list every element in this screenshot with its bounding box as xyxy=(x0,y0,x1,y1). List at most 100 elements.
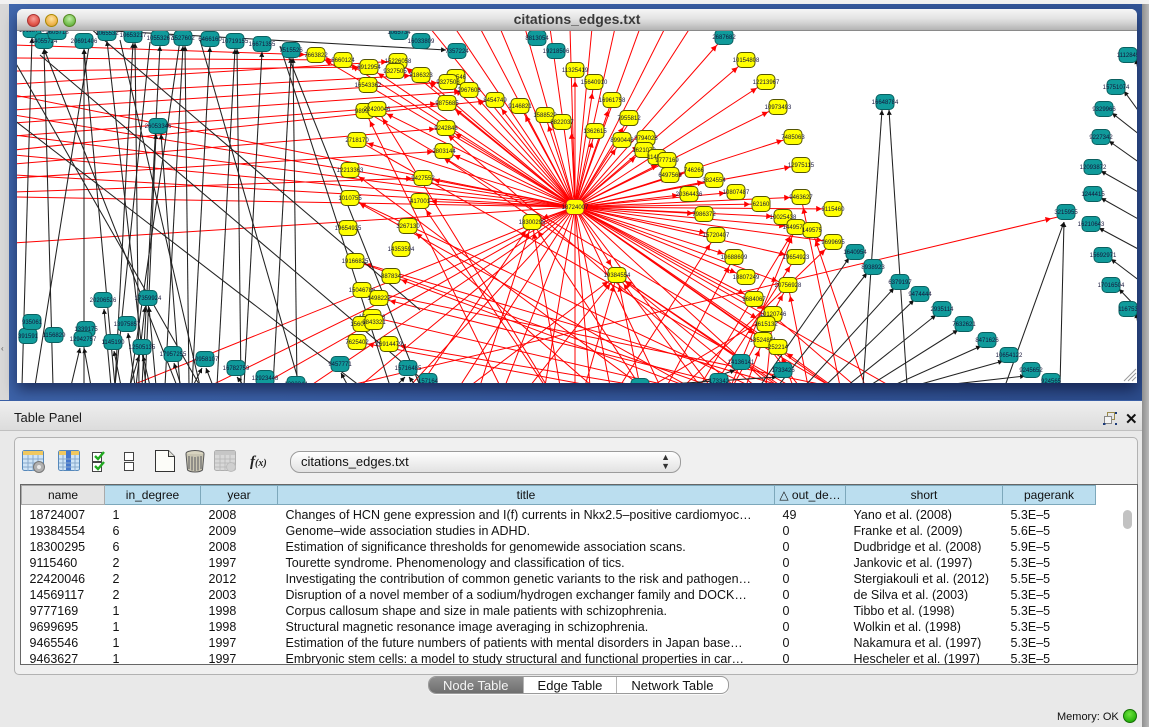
svg-text:1292344: 1292344 xyxy=(284,382,308,383)
svg-text:173342: 173342 xyxy=(709,379,730,383)
svg-text:252214: 252214 xyxy=(768,345,789,351)
svg-text:1733426: 1733426 xyxy=(771,368,795,374)
svg-text:10653217: 10653217 xyxy=(120,33,147,39)
svg-text:8186323: 8186323 xyxy=(409,73,433,79)
svg-text:62160: 62160 xyxy=(753,202,770,208)
svg-text:12213363: 12213363 xyxy=(337,168,364,174)
svg-text:20364436: 20364436 xyxy=(676,192,703,198)
svg-text:7357224: 7357224 xyxy=(445,49,469,55)
svg-text:16543362: 16543362 xyxy=(355,83,382,89)
svg-text:20206526: 20206526 xyxy=(90,298,117,304)
svg-text:10807487: 10807487 xyxy=(723,190,750,196)
svg-text:1065532: 1065532 xyxy=(95,31,119,37)
svg-text:149575: 149575 xyxy=(802,228,823,234)
svg-text:2803144: 2803144 xyxy=(432,149,456,155)
svg-text:8938923: 8938923 xyxy=(861,265,885,271)
svg-text:12213967: 12213967 xyxy=(753,80,780,86)
svg-text:20691406: 20691406 xyxy=(71,39,98,45)
svg-text:2687682: 2687682 xyxy=(712,35,736,41)
svg-text:16033809: 16033809 xyxy=(408,39,435,45)
svg-text:2967608: 2967608 xyxy=(457,88,481,94)
svg-text:19218506: 19218506 xyxy=(543,49,570,55)
svg-text:26053346: 26053346 xyxy=(145,124,172,130)
svg-text:6379197: 6379197 xyxy=(888,280,912,286)
svg-text:11325419: 11325419 xyxy=(562,68,589,74)
svg-text:2718170: 2718170 xyxy=(345,138,369,144)
svg-text:1527602: 1527602 xyxy=(171,36,195,42)
svg-text:12505135: 12505135 xyxy=(129,345,156,351)
svg-text:15640910: 15640910 xyxy=(581,80,608,86)
svg-text:1145190: 1145190 xyxy=(102,340,126,346)
svg-text:10719155: 10719155 xyxy=(222,39,249,45)
svg-text:9457771: 9457771 xyxy=(328,362,352,368)
svg-text:15692971: 15692971 xyxy=(1090,253,1117,259)
svg-text:1615132: 1615132 xyxy=(754,322,778,328)
svg-text:1362615: 1362615 xyxy=(583,129,607,135)
svg-text:9605718: 9605718 xyxy=(45,31,69,36)
svg-text:16210643: 16210643 xyxy=(1078,222,1105,228)
svg-text:9327508: 9327508 xyxy=(436,80,460,86)
svg-text:16914479: 16914479 xyxy=(376,342,403,348)
svg-text:9245652: 9245652 xyxy=(1019,368,1043,374)
svg-text:1156829: 1156829 xyxy=(43,333,67,339)
svg-text:20756928: 20756928 xyxy=(775,283,802,289)
svg-text:13975857: 13975857 xyxy=(114,322,141,328)
svg-text:15751074: 15751074 xyxy=(1103,85,1130,91)
svg-text:19384554: 19384554 xyxy=(604,273,631,279)
svg-text:935061: 935061 xyxy=(22,320,43,326)
svg-text:10553267: 10553267 xyxy=(147,36,174,42)
svg-text:7986372: 7986372 xyxy=(692,212,716,218)
svg-text:7663822: 7663822 xyxy=(304,53,328,59)
svg-text:1112845: 1112845 xyxy=(1117,53,1137,59)
svg-text:18807249: 18807249 xyxy=(733,275,760,281)
svg-text:22420046: 22420046 xyxy=(364,107,391,113)
svg-text:9794028: 9794028 xyxy=(634,136,658,142)
svg-text:9242848: 9242848 xyxy=(434,126,458,132)
svg-text:14353594: 14353594 xyxy=(388,247,415,253)
svg-text:3267130: 3267130 xyxy=(396,224,420,230)
svg-text:887834: 887834 xyxy=(381,274,402,280)
svg-text:19166825: 19166825 xyxy=(342,259,369,265)
svg-text:12942757: 12942757 xyxy=(70,337,97,343)
svg-text:7632621: 7632621 xyxy=(952,322,976,328)
svg-text:2935114: 2935114 xyxy=(931,307,955,313)
svg-text:8813054: 8813054 xyxy=(525,36,549,42)
svg-text:10958107: 10958107 xyxy=(192,357,219,363)
svg-text:8471626: 8471626 xyxy=(975,338,999,344)
svg-text:1640954: 1640954 xyxy=(843,250,867,256)
svg-text:1010755: 1010755 xyxy=(338,196,362,202)
svg-text:9684067: 9684067 xyxy=(742,297,766,303)
svg-text:924565: 924565 xyxy=(1041,379,1062,383)
svg-text:9227342: 9227342 xyxy=(1089,135,1113,141)
svg-text:17359924: 17359924 xyxy=(135,296,162,302)
svg-text:9327505: 9327505 xyxy=(383,69,407,75)
svg-text:6466160: 6466160 xyxy=(198,37,222,43)
svg-text:9777169: 9777169 xyxy=(655,158,679,164)
svg-text:10154808: 10154808 xyxy=(733,58,760,64)
svg-text:1244415: 1244415 xyxy=(1081,192,1105,198)
svg-text:14136141: 14136141 xyxy=(728,360,755,366)
svg-text:17016504: 17016504 xyxy=(1098,283,1125,289)
svg-text:417001: 417001 xyxy=(410,199,431,205)
svg-text:8912954: 8912954 xyxy=(357,65,381,71)
svg-text:10654122: 10654122 xyxy=(996,353,1023,359)
svg-text:157164: 157164 xyxy=(418,379,439,383)
svg-text:8822037: 8822037 xyxy=(550,120,574,126)
svg-text:9115460: 9115460 xyxy=(822,207,846,213)
svg-text:8843321: 8843321 xyxy=(362,320,386,326)
svg-text:116753: 116753 xyxy=(1118,307,1137,313)
svg-text:1065734: 1065734 xyxy=(387,31,411,36)
svg-text:10688609: 10688609 xyxy=(721,255,748,261)
svg-text:6497568: 6497568 xyxy=(658,173,682,179)
svg-text:7485063: 7485063 xyxy=(781,135,805,141)
svg-text:9463627: 9463627 xyxy=(789,195,813,201)
svg-text:15720407: 15720407 xyxy=(703,233,730,239)
svg-text:12975115: 12975115 xyxy=(788,163,815,169)
svg-text:8660124: 8660124 xyxy=(331,58,355,64)
svg-text:19654935: 19654935 xyxy=(335,226,362,232)
svg-text:18724007: 18724007 xyxy=(562,205,589,211)
svg-text:10973493: 10973493 xyxy=(765,105,792,111)
svg-text:9474444: 9474444 xyxy=(908,292,932,298)
svg-text:12923448: 12923448 xyxy=(252,376,279,382)
svg-text:8454749: 8454749 xyxy=(483,98,507,104)
